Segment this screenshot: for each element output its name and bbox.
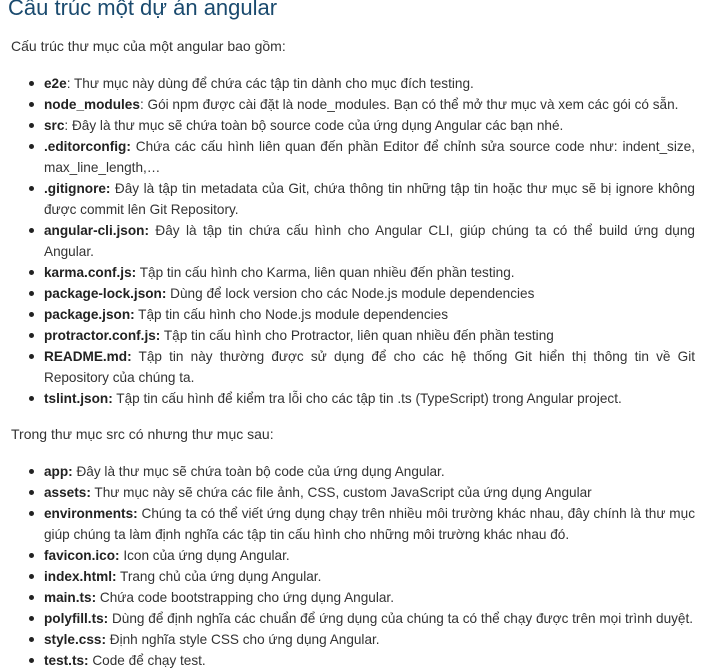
list-item: .gitignore: Đây là tập tin metadata của … [0, 178, 709, 220]
list-item: src: Đây là thư mục sẽ chứa toàn bộ sour… [0, 115, 709, 136]
item-term: style.css: [44, 632, 106, 647]
item-description: : Gói npm được cài đặt là node_modules. … [139, 97, 679, 112]
item-term: tslint.json: [44, 391, 113, 406]
item-description: Đây là thư mục sẽ chứa toàn bộ code của … [72, 464, 445, 479]
item-term: protractor.conf.js: [44, 328, 161, 343]
list-item: angular-cli.json: Đây là tập tin chứa cấ… [0, 220, 709, 262]
item-term: src [44, 118, 65, 133]
list-item: environments: Chúng ta có thể viết ứng d… [0, 503, 709, 545]
item-term: angular-cli.json: [44, 223, 149, 238]
item-description: Tập tin cấu hình để kiểm tra lỗi cho các… [112, 391, 622, 406]
item-description: Tập tin cấu hình cho Protractor, liên qu… [160, 328, 554, 343]
src-structure-list: app: Đây là thư mục sẽ chứa toàn bộ code… [0, 461, 709, 671]
item-description: Chứa các cấu hình liên quan đến phần Edi… [44, 139, 695, 175]
item-description: Đây là tập tin metadata của Git, chứa th… [44, 181, 695, 217]
item-term: README.md: [44, 349, 132, 364]
list-item: tslint.json: Tập tin cấu hình để kiểm tr… [0, 388, 709, 409]
list-item: node_modules: Gói npm được cài đặt là no… [0, 94, 709, 115]
item-description: Định nghĩa style CSS cho ứng dụng Angula… [105, 632, 380, 647]
item-term: .editorconfig: [44, 139, 131, 154]
list-item: protractor.conf.js: Tập tin cấu hình cho… [0, 325, 709, 346]
item-term: main.ts: [44, 590, 97, 605]
list-item: karma.conf.js: Tập tin cấu hình cho Karm… [0, 262, 709, 283]
item-description: Chứa code bootstrapping cho ứng dụng Ang… [96, 590, 394, 605]
item-term: assets: [44, 485, 91, 500]
item-description: : Thư mục này dùng để chứa các tập tin d… [66, 76, 474, 91]
list-item: app: Đây là thư mục sẽ chứa toàn bộ code… [0, 461, 709, 482]
src-structure-intro: Trong thư mục src có nhưng thư mục sau: [11, 426, 274, 442]
item-term: package-lock.json: [44, 286, 167, 301]
item-description: Thư mục này sẽ chứa các file ảnh, CSS, c… [90, 485, 592, 500]
item-term: karma.conf.js: [44, 265, 137, 280]
item-description: Tập tin cấu hình cho Karma, liên quan nh… [136, 265, 515, 280]
list-item: e2e: Thư mục này dùng để chứa các tập ti… [0, 73, 709, 94]
root-structure-intro: Cấu trúc thư mục của một angular bao gồm… [11, 38, 286, 54]
list-item: polyfill.ts: Dùng để định nghĩa các chuẩ… [0, 608, 709, 629]
list-item: package-lock.json: Dùng để lock version … [0, 283, 709, 304]
item-term: test.ts: [44, 653, 89, 668]
item-term: app: [44, 464, 73, 479]
item-term: e2e [44, 76, 67, 91]
item-term: environments: [44, 506, 138, 521]
item-description: Dùng để lock version cho các Node.js mod… [166, 286, 535, 301]
item-description: Code để chạy test. [88, 653, 206, 668]
page-title: Cấu trúc một dự án angular [8, 0, 278, 20]
list-item: assets: Thư mục này sẽ chứa các file ảnh… [0, 482, 709, 503]
list-item: README.md: Tập tin này thường được sử dụ… [0, 346, 709, 388]
list-item: index.html: Trang chủ của ứng dụng Angul… [0, 566, 709, 587]
list-item: main.ts: Chứa code bootstrapping cho ứng… [0, 587, 709, 608]
list-item: .editorconfig: Chứa các cấu hình liên qu… [0, 136, 709, 178]
item-description: Icon của ứng dụng Angular. [119, 548, 290, 563]
item-description: Tập tin cấu hình cho Node.js module depe… [134, 307, 449, 322]
item-description: Trang chủ của ứng dụng Angular. [116, 569, 322, 584]
root-structure-list: e2e: Thư mục này dùng để chứa các tập ti… [0, 73, 709, 409]
item-description: : Đây là thư mục sẽ chứa toàn bộ source … [64, 118, 564, 133]
list-item: favicon.ico: Icon của ứng dụng Angular. [0, 545, 709, 566]
item-description: Chúng ta có thể viết ứng dụng chạy trên … [44, 506, 695, 542]
item-term: favicon.ico: [44, 548, 120, 563]
item-term: package.json: [44, 307, 135, 322]
item-term: .gitignore: [44, 181, 111, 196]
item-description: Tập tin này thường được sử dụng để cho c… [44, 349, 695, 385]
item-term: node_modules [44, 97, 140, 112]
item-term: polyfill.ts: [44, 611, 109, 626]
item-term: index.html: [44, 569, 117, 584]
list-item: style.css: Định nghĩa style CSS cho ứng … [0, 629, 709, 650]
list-item: package.json: Tập tin cấu hình cho Node.… [0, 304, 709, 325]
item-description: Dùng để định nghĩa các chuẩn để ứng dụng… [108, 611, 694, 626]
